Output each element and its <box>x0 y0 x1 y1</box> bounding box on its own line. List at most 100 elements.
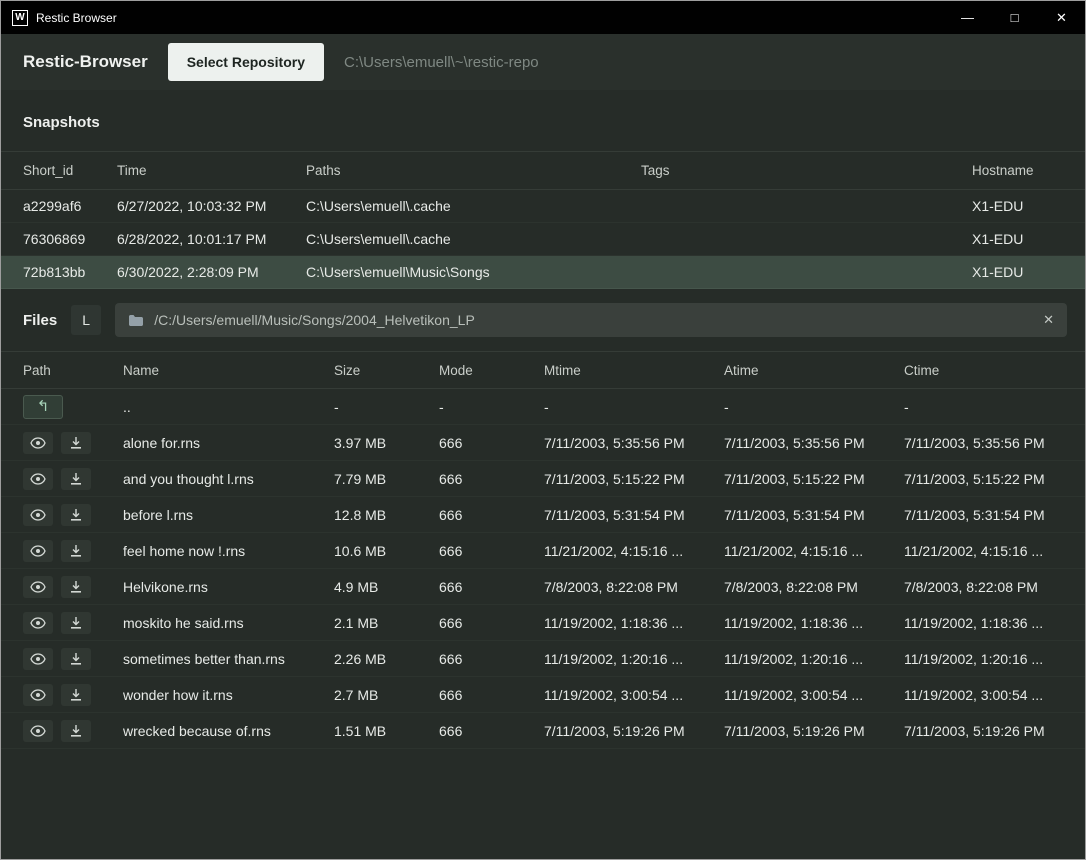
file-ctime: 7/11/2003, 5:35:56 PM <box>904 435 1063 451</box>
file-name: wonder how it.rns <box>123 687 334 703</box>
file-mtime: 11/19/2002, 1:18:36 ... <box>544 615 724 631</box>
up-directory-button[interactable]: ↰ <box>23 395 63 419</box>
file-ctime: - <box>904 399 1063 415</box>
file-size: 3.97 MB <box>334 435 439 451</box>
file-row: sometimes better than.rns 2.26 MB 666 11… <box>1 641 1085 677</box>
clear-path-icon[interactable]: ✕ <box>1043 312 1054 328</box>
file-atime: 7/11/2003, 5:35:56 PM <box>724 435 904 451</box>
download-button[interactable] <box>61 648 91 670</box>
file-mode: 666 <box>439 615 544 631</box>
snapshot-short-id: 76306869 <box>23 231 117 247</box>
download-icon <box>69 616 83 630</box>
preview-button[interactable] <box>23 576 53 598</box>
column-header-tags: Tags <box>641 163 972 178</box>
eye-icon <box>30 725 46 737</box>
eye-icon <box>30 581 46 593</box>
file-atime: - <box>724 399 904 415</box>
preview-button[interactable] <box>23 504 53 526</box>
file-row: wrecked because of.rns 1.51 MB 666 7/11/… <box>1 713 1085 749</box>
close-button[interactable]: ✕ <box>1038 1 1085 34</box>
column-header-time: Time <box>117 163 306 178</box>
eye-icon <box>30 473 46 485</box>
snapshot-paths: C:\Users\emuell\.cache <box>306 198 641 214</box>
snapshots-table-header: Short_id Time Paths Tags Hostname <box>1 151 1085 190</box>
download-icon <box>69 688 83 702</box>
parent-directory-row: ↰ .. - - - - - <box>1 389 1085 425</box>
file-size: 2.1 MB <box>334 615 439 631</box>
file-mtime: - <box>544 399 724 415</box>
download-button[interactable] <box>61 684 91 706</box>
preview-button[interactable] <box>23 684 53 706</box>
preview-button[interactable] <box>23 612 53 634</box>
snapshot-time: 6/30/2022, 2:28:09 PM <box>117 264 306 280</box>
repository-path-field[interactable]: C:\Users\emuell\~\restic-repo <box>344 54 539 71</box>
eye-icon <box>30 437 46 449</box>
file-mtime: 11/21/2002, 4:15:16 ... <box>544 543 724 559</box>
eye-icon <box>30 509 46 521</box>
file-size: 12.8 MB <box>334 507 439 523</box>
tree-view-toggle-button[interactable]: L <box>71 305 101 335</box>
preview-button[interactable] <box>23 540 53 562</box>
file-name: alone for.rns <box>123 435 334 451</box>
download-icon <box>69 724 83 738</box>
file-mode: 666 <box>439 651 544 667</box>
column-header-short-id: Short_id <box>23 163 117 178</box>
snapshot-row[interactable]: 76306869 6/28/2022, 10:01:17 PM C:\Users… <box>1 223 1085 256</box>
download-button[interactable] <box>61 468 91 490</box>
download-button[interactable] <box>61 504 91 526</box>
download-button[interactable] <box>61 432 91 454</box>
window-controls: — □ ✕ <box>944 1 1085 34</box>
preview-button[interactable] <box>23 648 53 670</box>
snapshot-paths: C:\Users\emuell\Music\Songs <box>306 264 641 280</box>
file-mode: 666 <box>439 435 544 451</box>
download-button[interactable] <box>61 540 91 562</box>
file-mode: 666 <box>439 507 544 523</box>
file-size: 2.26 MB <box>334 651 439 667</box>
eye-icon <box>30 617 46 629</box>
file-mtime: 7/11/2003, 5:19:26 PM <box>544 723 724 739</box>
files-bar: Files L /C:/Users/emuell/Music/Songs/200… <box>1 303 1085 337</box>
column-header-paths: Paths <box>306 163 641 178</box>
file-name: sometimes better than.rns <box>123 651 334 667</box>
window-title: Restic Browser <box>36 11 117 25</box>
file-name: feel home now !.rns <box>123 543 334 559</box>
column-header-hostname: Hostname <box>972 163 1063 178</box>
minimize-button[interactable]: — <box>944 1 991 34</box>
file-name: Helvikone.rns <box>123 579 334 595</box>
download-button[interactable] <box>61 720 91 742</box>
download-button[interactable] <box>61 576 91 598</box>
file-size: 2.7 MB <box>334 687 439 703</box>
snapshot-short-id: a2299af6 <box>23 198 117 214</box>
select-repository-button[interactable]: Select Repository <box>168 43 324 81</box>
file-ctime: 11/19/2002, 3:00:54 ... <box>904 687 1063 703</box>
file-name: moskito he said.rns <box>123 615 334 631</box>
preview-button[interactable] <box>23 468 53 490</box>
snapshot-hostname: X1-EDU <box>972 231 1063 247</box>
file-mode: 666 <box>439 543 544 559</box>
app-logo-icon: W <box>12 10 28 26</box>
download-button[interactable] <box>61 612 91 634</box>
column-header-ctime: Ctime <box>904 363 1063 378</box>
preview-button[interactable] <box>23 432 53 454</box>
titlebar: W Restic Browser — □ ✕ <box>1 1 1085 34</box>
file-row: moskito he said.rns 2.1 MB 666 11/19/200… <box>1 605 1085 641</box>
file-ctime: 7/8/2003, 8:22:08 PM <box>904 579 1063 595</box>
file-atime: 11/19/2002, 1:18:36 ... <box>724 615 904 631</box>
snapshot-row[interactable]: a2299af6 6/27/2022, 10:03:32 PM C:\Users… <box>1 190 1085 223</box>
download-icon <box>69 508 83 522</box>
file-ctime: 11/19/2002, 1:18:36 ... <box>904 615 1063 631</box>
file-size: 4.9 MB <box>334 579 439 595</box>
column-header-size: Size <box>334 363 439 378</box>
preview-button[interactable] <box>23 720 53 742</box>
files-table-header: Path Name Size Mode Mtime Atime Ctime <box>1 351 1085 389</box>
file-mode: 666 <box>439 723 544 739</box>
files-section-title: Files <box>23 312 57 329</box>
file-row: feel home now !.rns 10.6 MB 666 11/21/20… <box>1 533 1085 569</box>
column-header-path: Path <box>23 363 123 378</box>
file-ctime: 7/11/2003, 5:31:54 PM <box>904 507 1063 523</box>
current-path-field[interactable]: /C:/Users/emuell/Music/Songs/2004_Helvet… <box>115 303 1067 337</box>
maximize-button[interactable]: □ <box>991 1 1038 34</box>
snapshot-row-selected[interactable]: 72b813bb 6/30/2022, 2:28:09 PM C:\Users\… <box>1 256 1085 289</box>
download-icon <box>69 580 83 594</box>
snapshot-time: 6/28/2022, 10:01:17 PM <box>117 231 306 247</box>
